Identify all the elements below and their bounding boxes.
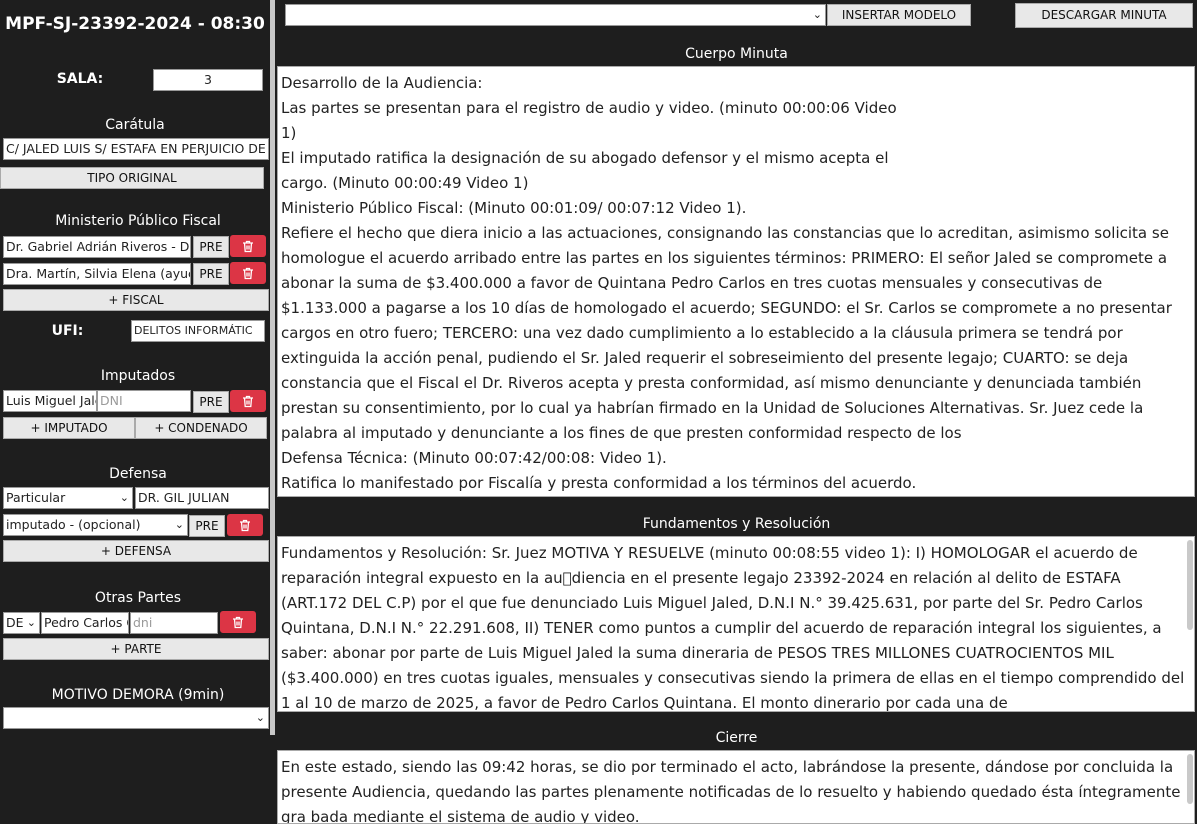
sala-input[interactable]: 3 (153, 69, 263, 91)
cierre-title: Cierre (715, 730, 758, 746)
tipo-original-button[interactable]: TIPO ORIGINAL (0, 167, 264, 189)
download-minuta-button[interactable]: DESCARGAR MINUTA (1015, 3, 1193, 28)
fundamentos-textarea[interactable]: Fundamentos y Resolución: Sr. Juez MOTIV… (277, 536, 1195, 712)
sidebar-resize-handle[interactable] (270, 0, 275, 735)
fiscal-1-delete-button[interactable] (230, 235, 266, 257)
add-defensa-button[interactable]: + DEFENSA (3, 540, 269, 562)
trash-icon (233, 616, 243, 628)
caratula-label: Carátula (105, 117, 165, 133)
parte-nombre-input[interactable]: Pedro Carlos Q (41, 612, 129, 634)
sala-label: SALA: (56, 71, 104, 87)
defensa-tipo-value: Particular (6, 490, 66, 505)
imputado-dni-input[interactable]: DNI (97, 390, 191, 412)
insert-model-button[interactable]: INSERTAR MODELO (827, 4, 971, 26)
trash-icon (243, 395, 253, 407)
otras-partes-label: Otras Partes (94, 590, 182, 606)
add-parte-button[interactable]: + PARTE (3, 638, 269, 660)
model-select[interactable]: ⌄ (285, 4, 826, 26)
cierre-scrollbar[interactable] (1187, 754, 1193, 804)
defensa-label: Defensa (109, 466, 167, 482)
sidebar: MPF-SJ-23392-2024 - 08:30 SALA: 3 Carátu… (0, 0, 270, 824)
mpf-label: Ministerio Público Fiscal (55, 213, 221, 229)
imputado-name-input[interactable]: Luis Miguel Jaled (3, 390, 97, 412)
trash-icon (243, 240, 253, 252)
defensa-imputado-select[interactable]: imputado - (opcional) ⌄ (3, 514, 188, 536)
fundamentos-scrollbar[interactable] (1187, 540, 1193, 630)
parte-dni-input[interactable]: dni (130, 612, 218, 634)
case-title: MPF-SJ-23392-2024 - 08:30 (5, 14, 265, 34)
fiscal-2-pre-button[interactable]: PRE (193, 263, 229, 285)
add-condenado-button[interactable]: + CONDENADO (135, 417, 267, 439)
chevron-down-icon: ⌄ (26, 616, 36, 629)
parte-delete-button[interactable] (220, 611, 256, 633)
add-fiscal-button[interactable]: + FISCAL (3, 289, 269, 311)
chevron-down-icon: ⌄ (812, 8, 822, 21)
fundamentos-title: Fundamentos y Resolución (642, 516, 831, 532)
defensa-imputado-value: imputado - (opcional) (6, 517, 141, 532)
motivo-demora-select[interactable]: ⌄ (3, 707, 269, 729)
defensa-delete-button[interactable] (227, 514, 263, 536)
defensa-pre-button[interactable]: PRE (189, 515, 225, 537)
motivo-demora-label: MOTIVO DEMORA (9min) (51, 687, 225, 703)
defensa-nombre-input[interactable]: DR. GIL JULIAN (135, 487, 269, 509)
ufi-label: UFI: (51, 323, 84, 339)
add-imputado-button[interactable]: + IMPUTADO (3, 417, 135, 439)
cierre-textarea[interactable]: En este estado, siendo las 09:42 horas, … (277, 750, 1195, 824)
imputados-label: Imputados (100, 368, 176, 384)
imputado-pre-button[interactable]: PRE (193, 391, 229, 413)
caratula-input[interactable]: C/ JALED LUIS S/ ESTAFA EN PERJUICIO DE … (3, 138, 269, 160)
parte-tipo-value: DE (6, 615, 24, 630)
trash-icon (243, 267, 253, 279)
main-panel: ⌄ INSERTAR MODELO DESCARGAR MINUTA Cuerp… (276, 0, 1197, 824)
fiscal-2-input[interactable]: Dra. Martín, Silvia Elena (ayuc (3, 263, 191, 285)
fiscal-2-delete-button[interactable] (230, 262, 266, 284)
cuerpo-title: Cuerpo Minuta (685, 46, 788, 62)
ufi-input[interactable]: DELITOS INFORMÁTIC (131, 320, 265, 342)
parte-tipo-select[interactable]: DE ⌄ (3, 612, 40, 634)
fiscal-1-input[interactable]: Dr. Gabriel Adrián Riveros - D (3, 236, 191, 258)
trash-icon (240, 519, 250, 531)
chevron-down-icon: ⌄ (255, 711, 265, 724)
chevron-down-icon: ⌄ (119, 491, 129, 504)
chevron-down-icon: ⌄ (174, 518, 184, 531)
cuerpo-textarea[interactable]: Desarrollo de la Audiencia: Las partes s… (277, 66, 1195, 497)
fiscal-1-pre-button[interactable]: PRE (193, 236, 229, 258)
defensa-tipo-select[interactable]: Particular ⌄ (3, 487, 133, 509)
imputado-delete-button[interactable] (230, 390, 266, 412)
